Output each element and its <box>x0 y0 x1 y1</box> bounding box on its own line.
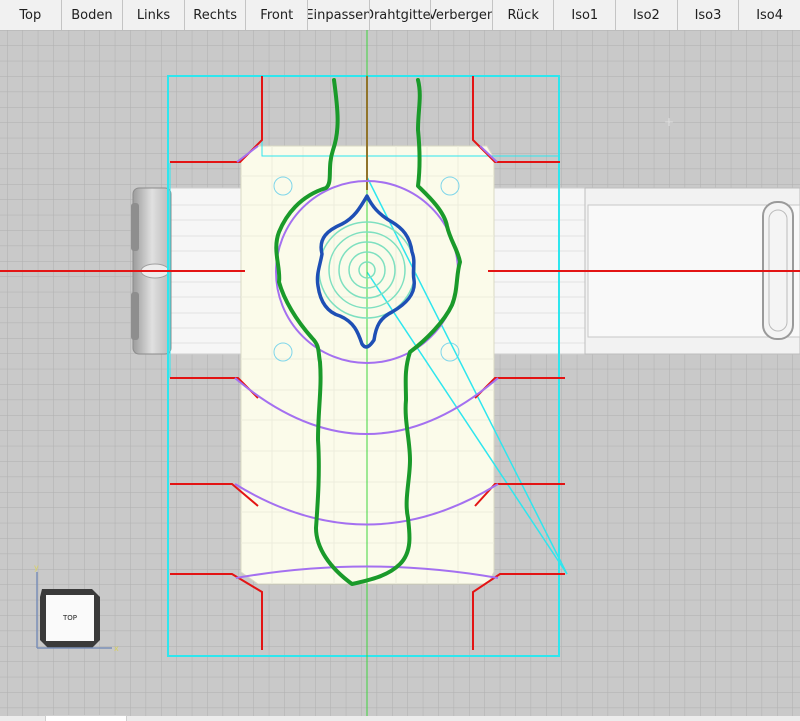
cad-scene[interactable]: + TOP y x <box>0 30 800 721</box>
axis-y-label: y <box>34 563 39 572</box>
view-iso4-button[interactable]: Iso4 <box>739 0 800 30</box>
view-cube-face-label: TOP <box>62 614 77 622</box>
view-top-button[interactable]: Top <box>0 0 62 30</box>
view-iso3-button[interactable]: Iso3 <box>678 0 740 30</box>
view-back-button[interactable]: Rück <box>493 0 555 30</box>
axis-x-label: x <box>114 644 119 653</box>
view-right-button[interactable]: Rechts <box>185 0 247 30</box>
hide-button[interactable]: Verbergen <box>431 0 493 30</box>
wireframe-button[interactable]: Drahtgitter <box>370 0 432 30</box>
3d-viewport[interactable]: + TOP y x <box>0 30 800 721</box>
view-bottom-button[interactable]: Boden <box>62 0 124 30</box>
view-iso2-button[interactable]: Iso2 <box>616 0 678 30</box>
fit-view-button[interactable]: Einpassen <box>308 0 370 30</box>
view-left-button[interactable]: Links <box>123 0 185 30</box>
cursor-marker: + <box>664 115 674 129</box>
view-iso1-button[interactable]: Iso1 <box>554 0 617 30</box>
left-end-notch-2 <box>131 292 139 340</box>
view-front-button[interactable]: Front <box>246 0 309 30</box>
view-toolbar: Top Boden Links Rechts Front Einpassen D… <box>0 0 800 31</box>
left-end-notch <box>131 203 139 251</box>
status-tab[interactable] <box>45 715 127 721</box>
status-bar <box>0 715 800 721</box>
